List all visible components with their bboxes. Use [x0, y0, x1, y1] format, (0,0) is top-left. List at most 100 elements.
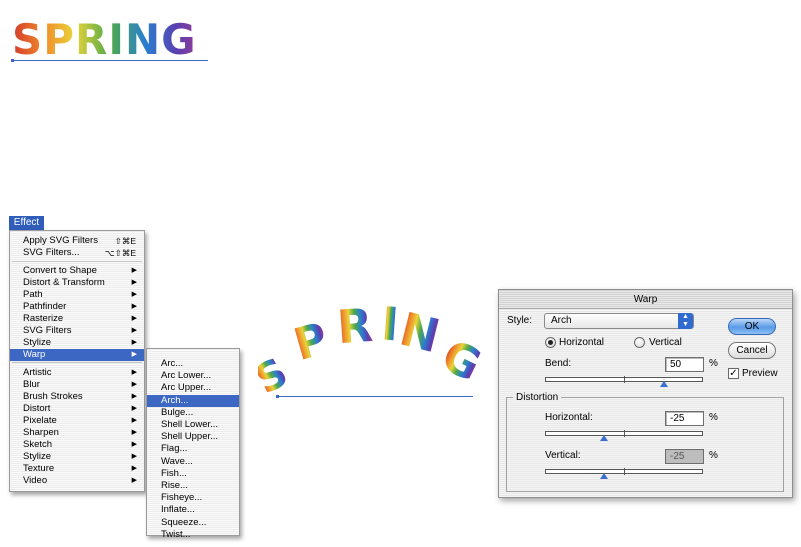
warp-style-wave[interactable]: Wave... [147, 456, 239, 468]
warp-submenu: Arc... Arc Lower... Arc Upper... Arch... Bul… [146, 348, 240, 540]
submenu-arrow-icon: ▶ [131, 393, 137, 400]
anchor-point [11, 59, 14, 62]
horizontal-distortion-unit: % [709, 412, 718, 423]
menu-item-label: Convert to Shape [23, 265, 97, 276]
ok-button[interactable]: OK [728, 318, 776, 335]
style-select[interactable]: Arch ▲ ▼ [544, 313, 694, 329]
menu-separator [12, 362, 142, 363]
warp-style-twist[interactable]: Twist... [147, 529, 239, 541]
horizontal-distortion-field[interactable]: -25 [665, 411, 704, 426]
warp-style-shell-lower[interactable]: Shell Lower... [147, 419, 239, 431]
menu-item-label: Blur [23, 379, 40, 390]
submenu-arrow-icon: ▶ [131, 417, 137, 424]
submenu-arrow-icon: ▶ [131, 303, 137, 310]
chevron-updown-icon: ▲ ▼ [678, 313, 693, 329]
menu-item-pixelate[interactable]: Pixelate ▶ [10, 415, 144, 427]
preview-label: Preview [742, 368, 778, 379]
menu-item-stylize[interactable]: Stylize ▶ [10, 337, 144, 349]
menu-item-label: Pixelate [23, 415, 57, 426]
warp-style-fish[interactable]: Fish... [147, 468, 239, 480]
vertical-distortion-field[interactable]: -25 [665, 449, 704, 464]
menu-item-warp[interactable]: Warp ▶ [10, 349, 144, 361]
warp-style-flag[interactable]: Flag... [147, 443, 239, 455]
menu-item-svg-filters[interactable]: SVG Filters ▶ [10, 325, 144, 337]
spring-text-arched: SP R ING [258, 300, 484, 404]
menu-item-pathfinder[interactable]: Pathfinder ▶ [10, 301, 144, 313]
cancel-button[interactable]: Cancel [728, 342, 776, 359]
menu-item-blur[interactable]: Blur ▶ [10, 379, 144, 391]
text-baseline [12, 60, 208, 61]
warp-style-inflate[interactable]: Inflate... [147, 504, 239, 516]
horizontal-distortion-label: Horizontal: [545, 412, 593, 423]
menu-item-brush-strokes[interactable]: Brush Strokes ▶ [10, 391, 144, 403]
menu-effect[interactable]: Effect [9, 216, 44, 230]
warp-style-rise[interactable]: Rise... [147, 480, 239, 492]
preview-checkbox[interactable]: ✓ [728, 368, 739, 379]
warp-dialog: Warp Style: Arch ▲ ▼ Horizontal Vertical … [498, 289, 793, 498]
menu-item-rasterize[interactable]: Rasterize ▶ [10, 313, 144, 325]
warp-style-bulge[interactable]: Bulge... [147, 407, 239, 419]
menu-item-label: Distort [23, 403, 51, 414]
menu-item-path[interactable]: Path ▶ [10, 289, 144, 301]
submenu-arrow-icon: ▶ [131, 441, 137, 448]
menu-item-label: SVG Filters [23, 325, 72, 336]
warp-style-shell-upper[interactable]: Shell Upper... [147, 431, 239, 443]
warp-style-squeeze[interactable]: Squeeze... [147, 517, 239, 529]
menu-item-distort-and-transform[interactable]: Distort & Transform ▶ [10, 277, 144, 289]
horizontal-distortion-slider-thumb[interactable] [600, 435, 609, 441]
submenu-arrow-icon: ▶ [131, 327, 137, 334]
spring-text-original: SPRING [12, 18, 208, 62]
menu-item-video[interactable]: Video ▶ [10, 475, 144, 487]
menu-item-label: Video [23, 475, 48, 486]
warp-style-arc[interactable]: Arc... [147, 358, 239, 370]
submenu-arrow-icon: ▶ [131, 315, 137, 322]
submenu-arrow-icon: ▶ [131, 369, 137, 376]
arched-letter: P [288, 313, 333, 371]
warp-style-arc-upper[interactable]: Arc Upper... [147, 382, 239, 394]
menu-item-distort[interactable]: Distort ▶ [10, 403, 144, 415]
effect-menu: Apply SVG Filters ⇧⌘E SVG Filters... ⌥⇧⌘E Co… [9, 230, 145, 492]
vertical-distortion-label: Vertical: [545, 450, 581, 461]
style-select-value: Arch [551, 315, 572, 326]
submenu-arrow-icon: ▶ [131, 477, 137, 484]
menu-item-apply-svg-filters[interactable]: Apply SVG Filters ⇧⌘E [10, 235, 144, 247]
bend-slider-thumb[interactable] [659, 381, 668, 387]
menu-item-sharpen[interactable]: Sharpen ▶ [10, 427, 144, 439]
menu-shortcut: ⌥⇧⌘E [104, 248, 136, 258]
menu-item-artistic[interactable]: Artistic ▶ [10, 367, 144, 379]
warp-style-arch[interactable]: Arch... [147, 394, 239, 407]
submenu-arrow-icon: ▶ [131, 291, 137, 298]
warp-style-fisheye[interactable]: Fisheye... [147, 492, 239, 504]
slider-center-tick [624, 430, 625, 437]
menu-item-convert-to-shape[interactable]: Convert to Shape ▶ [10, 265, 144, 277]
menu-item-label: Apply SVG Filters [23, 235, 98, 246]
submenu-arrow-icon: ▶ [131, 429, 137, 436]
bend-unit: % [709, 358, 718, 369]
warp-style-arc-lower[interactable]: Arc Lower... [147, 370, 239, 382]
menu-item-label: Distort & Transform [23, 277, 105, 288]
horizontal-distortion-slider[interactable] [545, 430, 703, 437]
submenu-arrow-icon: ▶ [131, 453, 137, 460]
menu-item-label: Warp [23, 349, 46, 360]
vertical-distortion-unit: % [709, 450, 718, 461]
menu-item-label: Stylize [23, 451, 51, 462]
menu-item-texture[interactable]: Texture ▶ [10, 463, 144, 475]
horizontal-radio[interactable] [545, 337, 556, 348]
submenu-arrow-icon: ▶ [131, 465, 137, 472]
submenu-arrow-icon: ▶ [131, 405, 137, 412]
menu-item-stylize[interactable]: Stylize ▶ [10, 451, 144, 463]
vertical-distortion-slider-thumb[interactable] [600, 473, 609, 479]
vertical-radio[interactable] [634, 337, 645, 348]
menu-item-sketch[interactable]: Sketch ▶ [10, 439, 144, 451]
slider-center-tick [624, 468, 625, 475]
bend-slider[interactable] [545, 376, 703, 383]
submenu-arrow-icon: ▶ [131, 339, 137, 346]
horizontal-radio-label: Horizontal [559, 337, 605, 348]
submenu-arrow-icon: ▶ [131, 351, 137, 358]
menu-item-svg-filters[interactable]: SVG Filters... ⌥⇧⌘E [10, 247, 144, 259]
menu-item-label: Path [23, 289, 43, 300]
menu-item-label: Artistic [23, 367, 52, 378]
bend-field[interactable]: 50 [665, 357, 704, 372]
dialog-title[interactable]: Warp [499, 290, 792, 309]
vertical-distortion-slider[interactable] [545, 468, 703, 475]
